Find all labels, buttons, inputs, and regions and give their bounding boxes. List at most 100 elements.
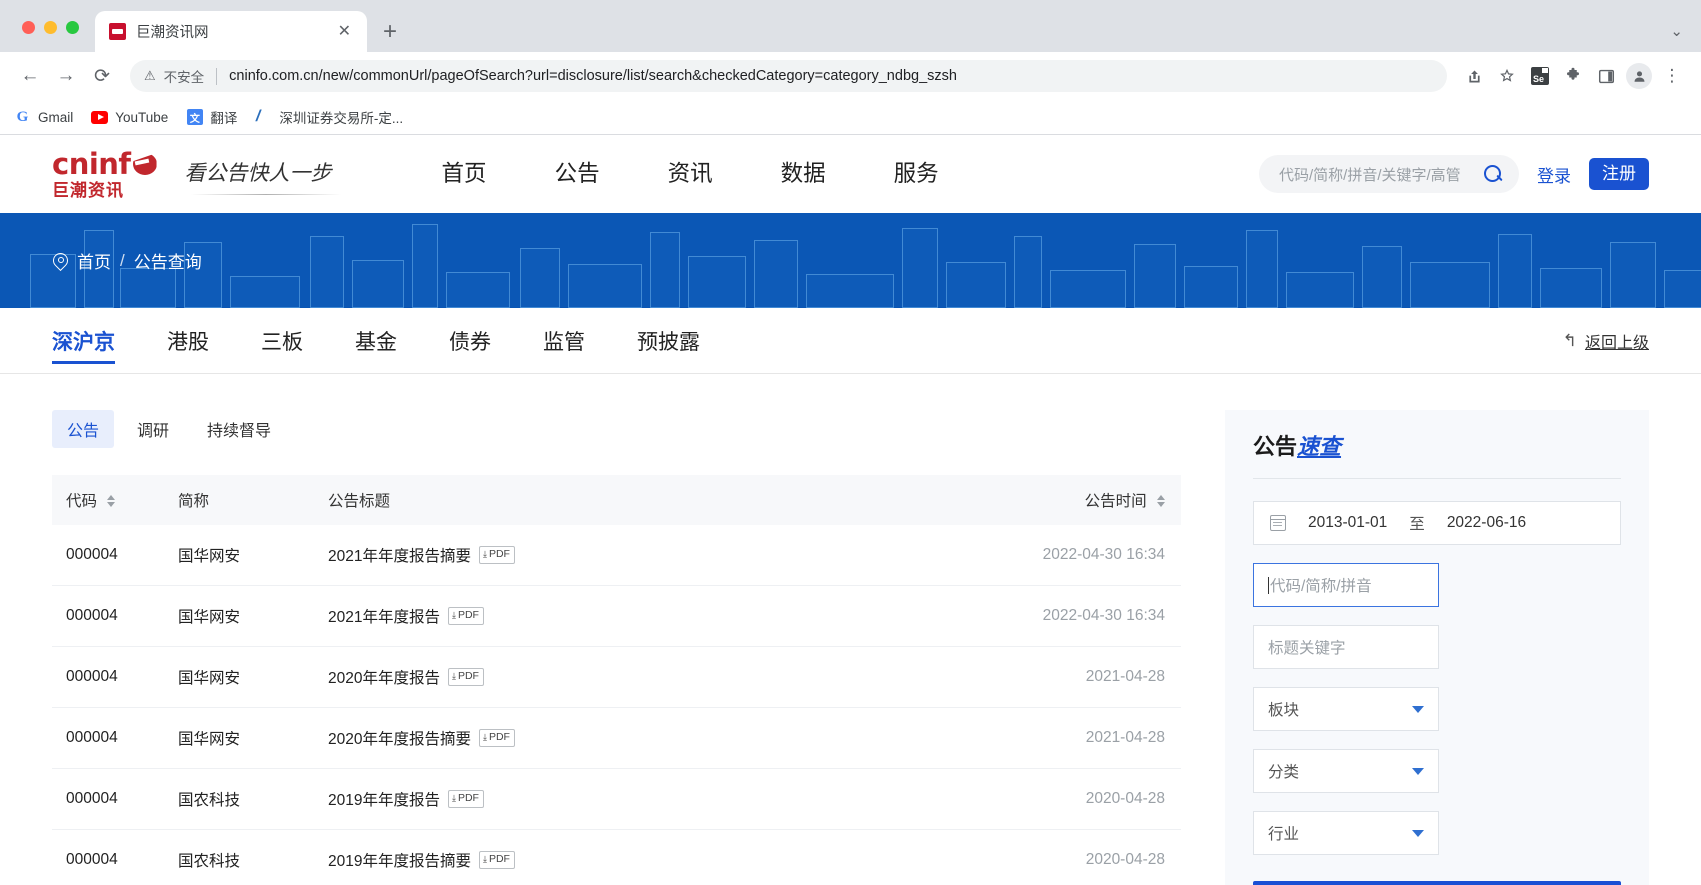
query-button[interactable]: 查询: [1253, 881, 1621, 885]
chevron-down-icon: [1412, 767, 1424, 775]
maximize-window-button[interactable]: [66, 21, 79, 34]
tab-list-chevron-icon[interactable]: ⌄: [1670, 22, 1683, 40]
subtab-supervision[interactable]: 持续督导: [192, 410, 286, 448]
table-row[interactable]: 000004 国华网安 2021年年度报告摘要 ⤓ PDF 2022-04-30…: [52, 525, 1181, 586]
bookmark-label: YouTube: [115, 109, 169, 125]
site-tagline: 看公告快人一步: [185, 157, 341, 195]
col-header-time[interactable]: 公告时间: [991, 475, 1181, 525]
announcement-title-link[interactable]: 2021年年度报告: [328, 605, 440, 627]
cell-time: 2021-04-28: [991, 646, 1181, 708]
tab-bond[interactable]: 债券: [449, 308, 491, 374]
side-panel-icon[interactable]: [1591, 61, 1621, 91]
nav-item-home[interactable]: 首页: [408, 162, 521, 186]
board-select[interactable]: 板块: [1253, 687, 1439, 731]
search-icon[interactable]: [1484, 164, 1503, 184]
extensions-puzzle-icon[interactable]: [1558, 61, 1588, 91]
subtab-research[interactable]: 调研: [122, 410, 184, 448]
security-status-label[interactable]: 不安全: [164, 66, 205, 86]
pdf-download-badge[interactable]: ⤓ PDF: [447, 790, 484, 808]
back-button[interactable]: ←: [14, 60, 46, 92]
announcement-title-link[interactable]: 2021年年度报告摘要: [328, 544, 471, 566]
category-select[interactable]: 分类: [1253, 749, 1439, 793]
cell-name[interactable]: 国华网安: [164, 646, 314, 708]
site-search-box[interactable]: 代码/简称/拼音/关键字/高管: [1259, 155, 1519, 193]
pdf-download-badge[interactable]: ⤓ PDF: [478, 851, 515, 869]
tab-hkstock[interactable]: 港股: [167, 308, 209, 374]
table-row[interactable]: 000004 国华网安 2020年年度报告摘要 ⤓ PDF 2021-04-28: [52, 707, 1181, 769]
cell-name[interactable]: 国农科技: [164, 768, 314, 830]
table-row[interactable]: 000004 国华网安 2021年年度报告 ⤓ PDF 2022-04-30 1…: [52, 585, 1181, 647]
browser-menu-icon[interactable]: ⋮: [1657, 61, 1687, 91]
site-main-nav: 首页 公告 资讯 数据 服务: [408, 162, 973, 186]
code-name-pinyin-input[interactable]: 代码/简称/拼音: [1253, 563, 1439, 607]
table-row[interactable]: 000004 国华网安 2020年年度报告 ⤓ PDF 2021-04-28: [52, 646, 1181, 708]
tab-sanban[interactable]: 三板: [261, 308, 303, 374]
cell-time: 2021-04-28: [991, 707, 1181, 769]
new-tab-button[interactable]: +: [383, 20, 397, 44]
tab-predisclosure[interactable]: 预披露: [637, 308, 700, 374]
address-bar[interactable]: ⚠ 不安全 cninfo.com.cn/new/commonUrl/pageOf…: [130, 60, 1447, 92]
nav-item-announcements[interactable]: 公告: [521, 162, 634, 186]
bookmark-szse[interactable]: / 深圳证券交易所-定...: [255, 107, 403, 127]
pdf-download-badge[interactable]: ⤓ PDF: [447, 668, 484, 686]
title-keyword-input[interactable]: 标题关键字: [1253, 625, 1439, 669]
bookmark-translate[interactable]: 文 翻译: [186, 107, 237, 127]
banner-skyline-decoration: [0, 213, 1701, 308]
tab-close-icon[interactable]: ✕: [332, 23, 357, 40]
pdf-download-badge[interactable]: ⤓ PDF: [447, 607, 484, 625]
announcement-title-link[interactable]: 2020年年度报告摘要: [328, 727, 471, 749]
reload-button[interactable]: ⟳: [86, 60, 118, 92]
bookmark-youtube[interactable]: YouTube: [91, 109, 168, 126]
date-range-field[interactable]: 2013-01-01 至 2022-06-16: [1253, 501, 1621, 545]
window-traffic-lights: [0, 21, 95, 52]
selenium-extension-icon[interactable]: Se: [1525, 61, 1555, 91]
nav-item-data[interactable]: 数据: [747, 162, 860, 186]
industry-select[interactable]: 行业: [1253, 811, 1439, 855]
sort-toggle-code-icon[interactable]: [107, 494, 116, 507]
date-to-value[interactable]: 2022-06-16: [1447, 514, 1526, 532]
cell-time: 2022-04-30 16:34: [991, 585, 1181, 647]
cell-name[interactable]: 国华网安: [164, 585, 314, 647]
site-logo[interactable]: cninf 巨潮资讯: [52, 146, 159, 200]
browser-tab[interactable]: 巨潮资讯网 ✕: [95, 11, 367, 52]
cell-name[interactable]: 国华网安: [164, 525, 314, 586]
announcement-title-link[interactable]: 2019年年度报告: [328, 788, 440, 810]
category-select-label: 分类: [1268, 764, 1300, 781]
minimize-window-button[interactable]: [44, 21, 57, 34]
tab-regulation[interactable]: 监管: [543, 308, 585, 374]
back-to-parent-link[interactable]: ↰ 返回上级: [1563, 329, 1649, 353]
site-search-input[interactable]: 代码/简称/拼音/关键字/高管: [1279, 164, 1484, 185]
sort-toggle-time-icon[interactable]: [1157, 494, 1165, 507]
date-from-value[interactable]: 2013-01-01: [1308, 514, 1387, 532]
logo-sub-text: 巨潮资讯: [52, 180, 124, 200]
pdf-download-badge[interactable]: ⤓ PDF: [478, 729, 515, 747]
nav-item-news[interactable]: 资讯: [634, 162, 747, 186]
browser-window: 巨潮资讯网 ✕ + ⌄ ← → ⟳ ⚠ 不安全 cninfo.com.cn/ne…: [0, 0, 1701, 885]
cell-name[interactable]: 国华网安: [164, 707, 314, 769]
text-caret: [1268, 576, 1269, 594]
logo-main-text: cninf: [52, 146, 131, 181]
tab-shenhujing[interactable]: 深沪京: [52, 308, 115, 374]
breadcrumb-home[interactable]: 首页: [77, 248, 111, 273]
cell-time: 2022-04-30 16:34: [991, 525, 1181, 586]
tab-fund[interactable]: 基金: [355, 308, 397, 374]
announcement-title-link[interactable]: 2019年年度报告摘要: [328, 849, 471, 871]
pdf-download-badge[interactable]: ⤓ PDF: [478, 546, 515, 564]
bookmark-gmail[interactable]: G Gmail: [14, 109, 74, 126]
share-icon[interactable]: [1459, 61, 1489, 91]
close-window-button[interactable]: [22, 21, 35, 34]
results-column: 公告 调研 持续督导 代码 简称 公告标题 公告时间 000004 国华网安 2…: [52, 410, 1181, 885]
forward-button[interactable]: →: [50, 60, 82, 92]
table-row[interactable]: 000004 国农科技 2019年年度报告摘要 ⤓ PDF 2020-04-28: [52, 829, 1181, 885]
table-row[interactable]: 000004 国农科技 2019年年度报告 ⤓ PDF 2020-04-28: [52, 768, 1181, 830]
col-header-code[interactable]: 代码: [52, 475, 164, 525]
register-button[interactable]: 注册: [1589, 157, 1649, 191]
nav-item-services[interactable]: 服务: [860, 162, 973, 186]
cell-name[interactable]: 国农科技: [164, 829, 314, 885]
subtab-announcements[interactable]: 公告: [52, 410, 115, 448]
login-link[interactable]: 登录: [1537, 162, 1571, 187]
profile-avatar-icon[interactable]: [1624, 61, 1654, 91]
announcement-title-link[interactable]: 2020年年度报告: [328, 666, 440, 688]
bookmarks-bar: G Gmail YouTube 文 翻译 / 深圳证券交易所-定...: [0, 100, 1701, 135]
bookmark-star-icon[interactable]: [1492, 61, 1522, 91]
